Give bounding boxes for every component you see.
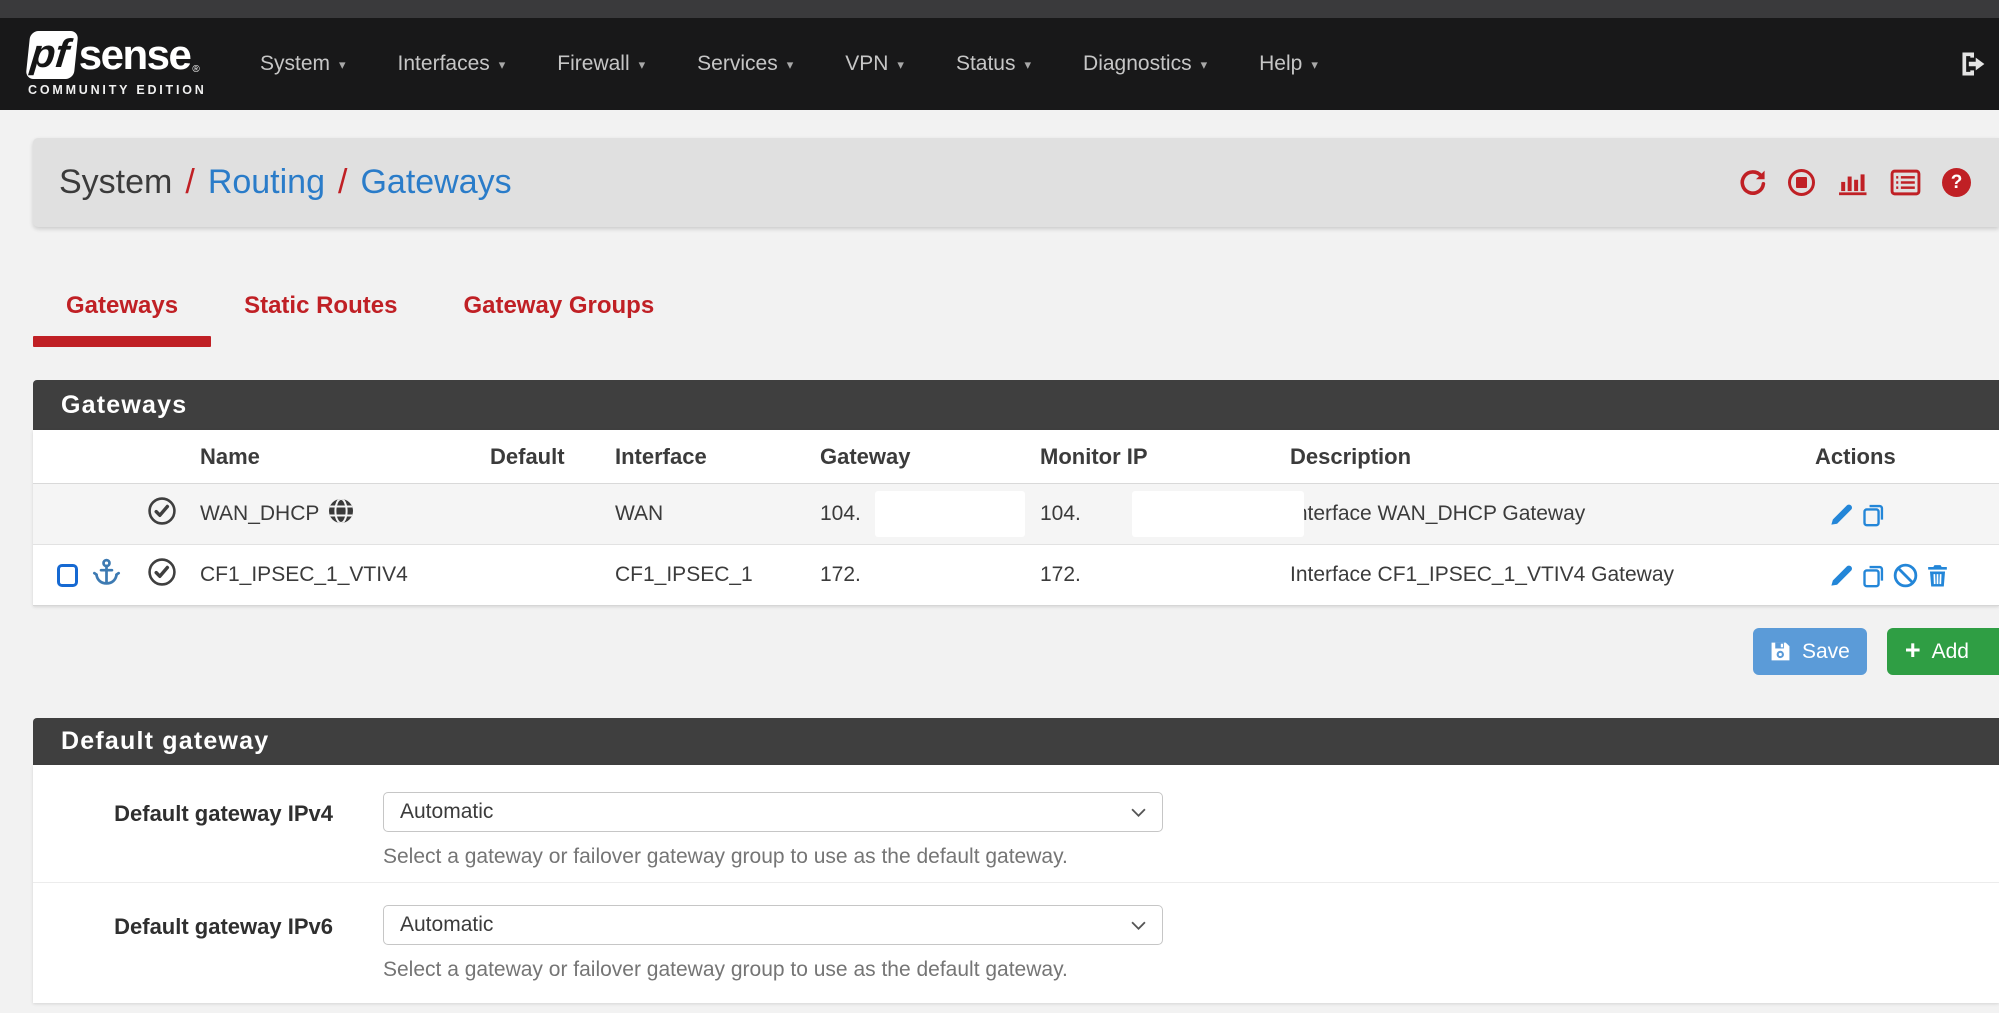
pfsense-gateways-page: pf sense ® COMMUNITY EDITION System▾ Int… — [0, 0, 1999, 1013]
gateways-panel: Gateways Name Default Interface Gateway … — [33, 380, 1999, 606]
save-button[interactable]: Save — [1753, 628, 1867, 675]
default-gateway-ipv4-label: Default gateway IPv4 — [33, 792, 333, 882]
sign-out-icon[interactable] — [1959, 50, 1989, 78]
bar-chart-icon[interactable] — [1836, 169, 1869, 197]
chevron-down-icon: ▾ — [499, 58, 506, 71]
table-row: WAN_DHCP WAN — [33, 484, 1999, 545]
col-description: Description — [1290, 444, 1815, 470]
monitor-ip: 172. — [1040, 563, 1081, 586]
table-header-row: Name Default Interface Gateway Monitor I… — [33, 430, 1999, 484]
save-icon — [1770, 641, 1791, 662]
main-menu: System▾ Interfaces▾ Firewall▾ Services▾ … — [234, 18, 1344, 110]
default-gateway-panel-title: Default gateway — [33, 718, 1999, 765]
logo-registered-mark: ® — [192, 64, 199, 75]
disable-icon[interactable] — [1892, 562, 1919, 589]
plus-icon: + — [1905, 637, 1921, 664]
col-gateway: Gateway — [820, 444, 1040, 470]
breadcrumb: System / Routing / Gateways — [59, 163, 512, 202]
field-help-text: Select a gateway or failover gateway gro… — [383, 958, 1999, 982]
field-help-text: Select a gateway or failover gateway gro… — [383, 845, 1999, 869]
chevron-down-icon: ▾ — [1025, 58, 1032, 71]
gateways-table: Name Default Interface Gateway Monitor I… — [33, 430, 1999, 606]
redaction-box — [875, 491, 1025, 537]
logo-sense-text: sense — [79, 31, 191, 79]
tab-gateways[interactable]: Gateways — [33, 280, 211, 347]
col-monitor-ip: Monitor IP — [1040, 444, 1290, 470]
default-gateway-ipv4-field: Default gateway IPv4 Automatic Select a … — [33, 765, 1999, 883]
gateway-name: WAN_DHCP — [200, 502, 319, 526]
chevron-down-icon: ▾ — [1311, 58, 1318, 71]
chevron-down-icon: ▾ — [339, 58, 346, 71]
edit-icon[interactable] — [1828, 562, 1855, 589]
gateway-interface: CF1_IPSEC_1 — [615, 563, 820, 587]
log-icon[interactable] — [1890, 169, 1921, 196]
breadcrumb-separator: / — [185, 163, 194, 202]
gateways-panel-title: Gateways — [33, 380, 1999, 430]
tab-static-routes[interactable]: Static Routes — [211, 280, 430, 347]
logo-pf-box: pf — [25, 31, 78, 79]
chevron-down-icon: ▾ — [897, 58, 904, 71]
monitor-ip: 104. — [1040, 502, 1081, 525]
menu-item-firewall[interactable]: Firewall▾ — [531, 18, 671, 110]
chevron-down-icon — [1131, 921, 1146, 930]
gateway-name: CF1_IPSEC_1_VTIV4 — [200, 563, 408, 587]
redaction-box — [1132, 491, 1304, 537]
chevron-down-icon: ▾ — [1201, 58, 1208, 71]
col-default: Default — [490, 444, 615, 470]
tab-gateway-groups[interactable]: Gateway Groups — [430, 280, 687, 347]
breadcrumb-action-icons: ? — [1737, 168, 1971, 198]
refresh-icon[interactable] — [1737, 168, 1767, 198]
globe-icon — [327, 497, 355, 531]
default-gateway-ipv6-select[interactable]: Automatic — [383, 905, 1163, 945]
breadcrumb-routing-link[interactable]: Routing — [208, 163, 325, 202]
breadcrumb-gateways-link[interactable]: Gateways — [360, 163, 511, 202]
top-navbar: pf sense ® COMMUNITY EDITION System▾ Int… — [0, 18, 1999, 110]
anchor-icon[interactable] — [91, 557, 122, 594]
stop-circle-icon[interactable] — [1788, 169, 1815, 196]
logo-subtitle: COMMUNITY EDITION — [28, 83, 220, 97]
default-gateway-ipv6-field: Default gateway IPv6 Automatic Select a … — [33, 883, 1999, 1003]
menu-item-status[interactable]: Status▾ — [930, 18, 1057, 110]
help-icon[interactable]: ? — [1942, 168, 1971, 197]
col-actions: Actions — [1815, 444, 1999, 470]
check-circle-icon — [147, 557, 177, 593]
chevron-down-icon: ▾ — [639, 58, 646, 71]
breadcrumb-system: System — [59, 163, 172, 202]
col-name: Name — [200, 444, 490, 470]
edit-icon[interactable] — [1828, 501, 1855, 528]
check-circle-icon — [147, 496, 177, 532]
row-checkbox[interactable] — [57, 564, 78, 587]
table-row: CF1_IPSEC_1_VTIV4 CF1_IPSEC_1 172. 172. … — [33, 545, 1999, 605]
menu-item-vpn[interactable]: VPN▾ — [819, 18, 930, 110]
chevron-down-icon — [1131, 808, 1146, 817]
menu-item-system[interactable]: System▾ — [234, 18, 372, 110]
copy-icon[interactable] — [1860, 501, 1887, 528]
copy-icon[interactable] — [1860, 562, 1887, 589]
menu-item-interfaces[interactable]: Interfaces▾ — [372, 18, 532, 110]
menu-item-diagnostics[interactable]: Diagnostics▾ — [1057, 18, 1233, 110]
gateway-description: Interface WAN_DHCP Gateway — [1290, 502, 1815, 526]
gateway-address: 104. — [820, 502, 861, 525]
window-top-strip — [0, 0, 1999, 18]
default-gateway-form: Default gateway IPv4 Automatic Select a … — [33, 765, 1999, 1003]
default-gateway-ipv4-select[interactable]: Automatic — [383, 792, 1163, 832]
menu-item-services[interactable]: Services▾ — [671, 18, 819, 110]
chevron-down-icon: ▾ — [787, 58, 794, 71]
col-interface: Interface — [615, 444, 820, 470]
pfsense-logo[interactable]: pf sense ® COMMUNITY EDITION — [28, 31, 220, 97]
default-gateway-ipv6-label: Default gateway IPv6 — [33, 905, 333, 1003]
table-action-buttons: Save + Add — [1753, 628, 1999, 675]
menu-item-help[interactable]: Help▾ — [1233, 18, 1344, 110]
add-button[interactable]: + Add — [1887, 628, 1999, 675]
default-gateway-panel: Default gateway Default gateway IPv4 Aut… — [33, 718, 1999, 1003]
routing-tabs: Gateways Static Routes Gateway Groups — [33, 280, 687, 347]
breadcrumb-bar: System / Routing / Gateways — [33, 138, 1999, 227]
gateway-interface: WAN — [615, 502, 820, 526]
breadcrumb-separator: / — [338, 163, 347, 202]
gateway-description: Interface CF1_IPSEC_1_VTIV4 Gateway — [1290, 563, 1815, 587]
gateway-address: 172. — [820, 563, 861, 586]
delete-icon[interactable] — [1924, 562, 1951, 589]
